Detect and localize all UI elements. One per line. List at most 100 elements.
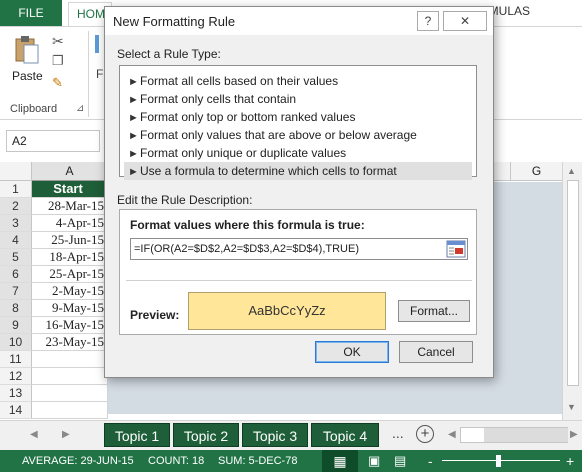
status-count: COUNT: 18	[148, 455, 205, 467]
page-break-view-icon[interactable]: ▤	[394, 450, 406, 472]
row-header[interactable]: 11	[0, 351, 32, 368]
select-all-corner[interactable]	[0, 162, 32, 181]
row-header[interactable]: 7	[0, 283, 32, 300]
new-formatting-rule-dialog: New Formatting Rule ? ✕ Select a Rule Ty…	[104, 6, 494, 378]
rule-arrow-icon: ►	[128, 148, 139, 160]
close-button[interactable]: ✕	[443, 11, 487, 31]
status-bar: AVERAGE: 29-JUN-15 COUNT: 18 SUM: 5-DEC-…	[0, 450, 582, 472]
table-cell[interactable]: 25-Jun-15	[32, 232, 108, 249]
cell-a1-header[interactable]: Start	[32, 181, 108, 198]
row-header[interactable]: 8	[0, 300, 32, 317]
row-header[interactable]: 1	[0, 181, 32, 198]
table-cell[interactable]	[32, 368, 108, 385]
page-layout-view-icon[interactable]: ▣	[368, 450, 380, 472]
rule-type-item[interactable]: ►Format only cells that contain	[124, 90, 472, 108]
normal-view-icon[interactable]: ▦	[322, 450, 358, 472]
rule-arrow-icon: ►	[128, 94, 139, 106]
rule-type-item[interactable]: ►Format all cells based on their values	[124, 72, 472, 90]
vertical-scrollbar[interactable]: ▲ ▼	[562, 162, 582, 420]
formula-input[interactable]: =IF(OR(A2=$D$2,A2=$D$3,A2=$D$4),TRUE)	[130, 238, 468, 260]
font-group-accent	[95, 35, 99, 53]
scroll-down-icon[interactable]: ▼	[567, 402, 576, 412]
file-tab[interactable]: FILE	[0, 0, 62, 26]
rule-arrow-icon: ►	[128, 130, 139, 142]
table-cell[interactable]: 9-May-15	[32, 300, 108, 317]
row-header[interactable]: 4	[0, 232, 32, 249]
format-painter-icon[interactable]: ✎	[52, 75, 63, 91]
table-cell[interactable]: 18-Apr-15	[32, 249, 108, 266]
sheet-tab-bar: ◀ ▶ Topic 1 Topic 2 Topic 3 Topic 4 ... …	[0, 420, 582, 450]
table-cell[interactable]: 4-Apr-15	[32, 215, 108, 232]
table-cell[interactable]	[32, 351, 108, 368]
rule-type-item[interactable]: ►Format only top or bottom ranked values	[124, 108, 472, 126]
row-header[interactable]: 10	[0, 334, 32, 351]
sheet-tab-topic-3[interactable]: Topic 3	[242, 423, 308, 447]
column-header-g[interactable]: G	[510, 162, 562, 181]
table-cell[interactable]: 25-Apr-15	[32, 266, 108, 283]
rule-arrow-icon: ►	[128, 112, 139, 124]
rule-type-item[interactable]: ►Format only values that are above or be…	[124, 126, 472, 144]
row-header[interactable]: 6	[0, 266, 32, 283]
font-group-label: F	[96, 67, 104, 81]
sheet-tab-topic-2[interactable]: Topic 2	[173, 423, 239, 447]
dialog-title: New Formatting Rule	[113, 14, 236, 29]
table-cell[interactable]: 2-May-15	[32, 283, 108, 300]
sheet-next-icon[interactable]: ▶	[62, 429, 70, 440]
rule-type-item[interactable]: ►Format only unique or duplicate values	[124, 144, 472, 162]
table-cell[interactable]	[32, 402, 108, 419]
preview-label: Preview:	[130, 308, 180, 322]
edit-description-panel: Format values where this formula is true…	[119, 209, 477, 335]
add-sheet-button[interactable]: +	[416, 425, 434, 443]
cancel-button[interactable]: Cancel	[399, 341, 473, 363]
dialog-titlebar[interactable]: New Formatting Rule ? ✕	[105, 7, 493, 35]
edit-description-label: Edit the Rule Description:	[117, 193, 253, 207]
table-cell[interactable]	[32, 385, 108, 402]
rule-arrow-icon: ►	[128, 76, 139, 88]
rule-type-item-selected[interactable]: ►Use a formula to determine which cells …	[124, 162, 472, 180]
horizontal-scroll-thumb[interactable]	[484, 428, 568, 442]
zoom-slider-knob[interactable]	[496, 455, 501, 467]
rule-type-list[interactable]: ►Format all cells based on their values …	[119, 65, 477, 180]
table-cell[interactable]: 16-May-15	[32, 317, 108, 334]
help-button[interactable]: ?	[417, 11, 439, 31]
divider	[126, 280, 472, 281]
row-header[interactable]: 14	[0, 402, 32, 419]
status-average: AVERAGE: 29-JUN-15	[22, 455, 134, 467]
sheet-tab-topic-1[interactable]: Topic 1	[104, 423, 170, 447]
row-header[interactable]: 5	[0, 249, 32, 266]
row-header[interactable]: 13	[0, 385, 32, 402]
rule-arrow-icon: ►	[128, 166, 139, 178]
paste-label[interactable]: Paste	[12, 69, 43, 83]
status-sum: SUM: 5-DEC-78	[218, 455, 298, 467]
sheet-tab-topic-4[interactable]: Topic 4	[311, 423, 379, 447]
row-header[interactable]: 9	[0, 317, 32, 334]
zoom-out-button[interactable]: -	[428, 450, 433, 472]
name-box[interactable]: A2	[6, 130, 100, 152]
row-header[interactable]: 3	[0, 215, 32, 232]
zoom-slider[interactable]	[442, 460, 560, 461]
column-header-a[interactable]: A	[32, 162, 108, 181]
paste-icon[interactable]	[14, 35, 40, 65]
clipboard-group-label: Clipboard	[10, 103, 58, 115]
preview-box: AaBbCcYyZz	[188, 292, 386, 330]
zoom-in-button[interactable]: +	[566, 450, 574, 472]
hscroll-right-icon[interactable]: ▶	[570, 429, 578, 440]
table-cell[interactable]: 23-May-15	[32, 334, 108, 351]
table-cell[interactable]: 28-Mar-15	[32, 198, 108, 215]
cut-icon[interactable]: ✂	[52, 33, 64, 50]
clipboard-launcher-icon[interactable]: ⊿	[76, 103, 84, 114]
scroll-up-icon[interactable]: ▲	[567, 166, 576, 176]
sheet-prev-icon[interactable]: ◀	[30, 429, 38, 440]
more-sheets-button[interactable]: ...	[392, 425, 404, 441]
collapse-dialog-icon[interactable]	[446, 240, 466, 258]
row-header[interactable]: 2	[0, 198, 32, 215]
ribbon-separator	[88, 31, 89, 117]
rule-type-label: Select a Rule Type:	[117, 47, 221, 61]
hscroll-left-icon[interactable]: ◀	[448, 429, 456, 440]
copy-icon[interactable]: ❐	[52, 53, 64, 69]
ok-button[interactable]: OK	[315, 341, 389, 363]
format-button[interactable]: Format...	[398, 300, 470, 322]
formula-label: Format values where this formula is true…	[130, 218, 365, 232]
row-header[interactable]: 12	[0, 368, 32, 385]
vertical-scroll-thumb[interactable]	[567, 180, 579, 386]
